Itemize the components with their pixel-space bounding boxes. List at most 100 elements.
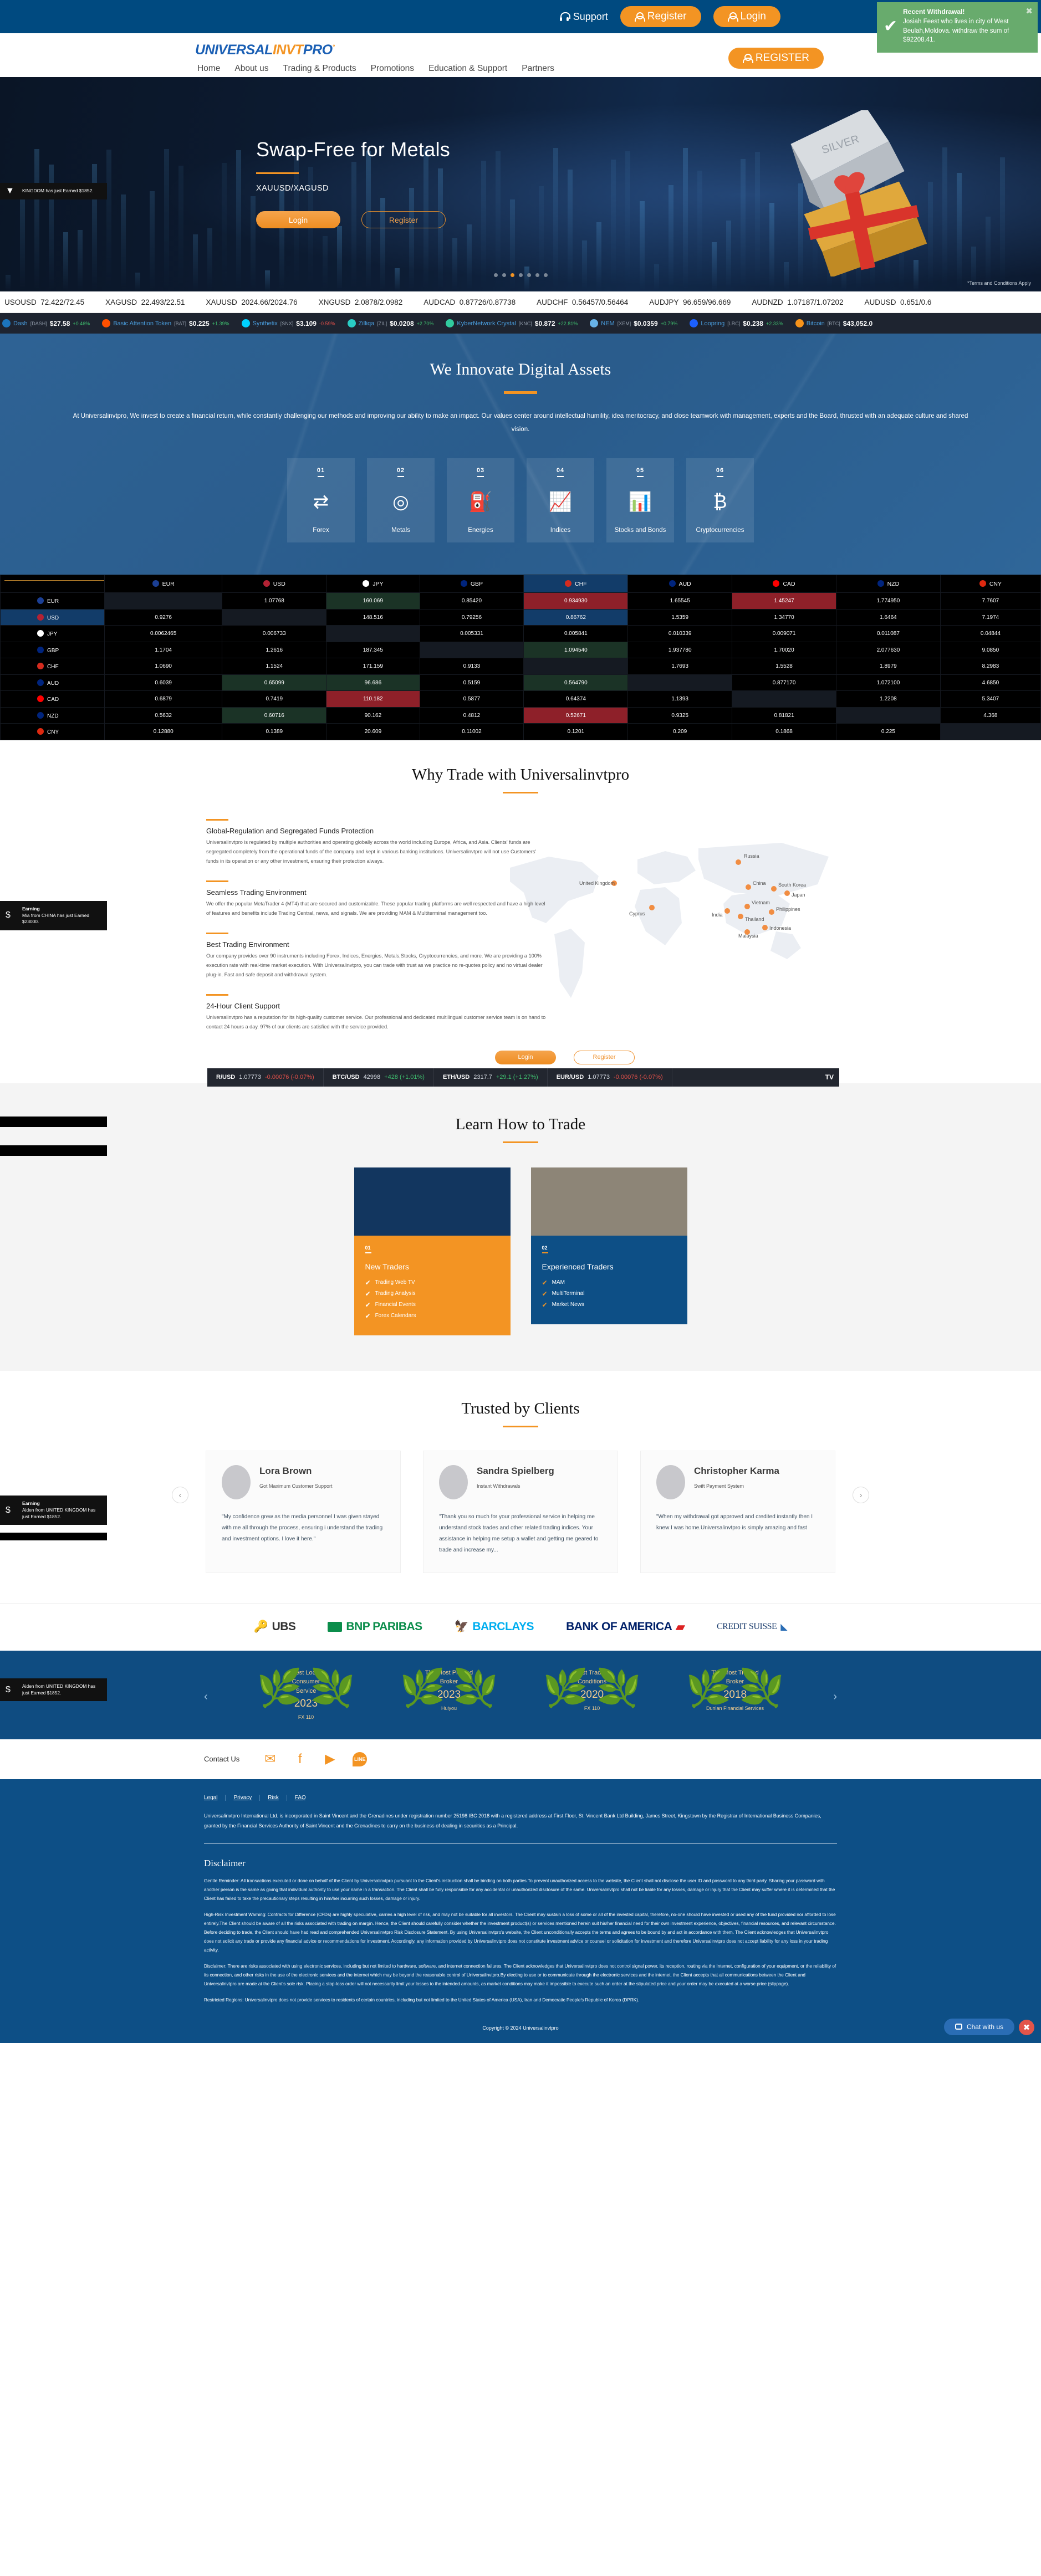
matrix-cell-AUD-CAD[interactable]: 0.877170	[732, 674, 836, 691]
footer-link-privacy[interactable]: Privacy	[226, 1795, 260, 1801]
youtube-icon[interactable]: ▶	[323, 1752, 337, 1766]
asset-card-cryptocurrencies[interactable]: 06 ₿ Cryptocurrencies	[686, 458, 754, 542]
hero-dot-4[interactable]	[527, 273, 531, 277]
matrix-cell-GBP-CHF[interactable]: 1.094540	[524, 642, 628, 658]
nav-item-education-support[interactable]: Education & Support	[428, 64, 507, 74]
matrix-cell-CHF-EUR[interactable]: 1.0690	[105, 658, 222, 675]
matrix-cell-AUD-CNY[interactable]: 4.6850	[940, 674, 1040, 691]
nav-item-promotions[interactable]: Promotions	[371, 64, 414, 74]
matrix-row-header-CAD[interactable]: CAD	[1, 691, 105, 708]
tv-ticker-item[interactable]: EUR/USD 1.07773 -0.00076 (-0.07%)	[548, 1068, 672, 1087]
matrix-cell-CNY-NZD[interactable]: 0.225	[836, 724, 941, 740]
tv-ticker-item[interactable]: ETH/USD 2317.7 +29.1 (+1.27%)	[434, 1068, 548, 1087]
matrix-cell-CAD-JPY[interactable]: 110.182	[326, 691, 420, 708]
matrix-cell-CAD-EUR[interactable]: 0.6879	[105, 691, 222, 708]
matrix-cell-AUD-GBP[interactable]: 0.5159	[420, 674, 524, 691]
hero-dot-5[interactable]	[535, 273, 539, 277]
asset-card-stocks-and-bonds[interactable]: 05 📊 Stocks and Bonds	[606, 458, 674, 542]
asset-card-forex[interactable]: 01 ⇄ Forex	[287, 458, 355, 542]
matrix-cell-JPY-EUR[interactable]: 0.0062465	[105, 626, 222, 642]
matrix-cell-GBP-AUD[interactable]: 1.937780	[628, 642, 732, 658]
hero-dot-1[interactable]	[502, 273, 506, 277]
matrix-cell-CHF-JPY[interactable]: 171.159	[326, 658, 420, 675]
matrix-cell-GBP-USD[interactable]: 1.2616	[222, 642, 326, 658]
matrix-cell-EUR-USD[interactable]: 1.07768	[222, 593, 326, 610]
matrix-cell-CNY-CAD[interactable]: 0.1868	[732, 724, 836, 740]
matrix-col-JPY[interactable]: JPY	[326, 575, 420, 593]
matrix-cell-GBP-CNY[interactable]: 9.0850	[940, 642, 1040, 658]
awards-prev-button[interactable]: ‹	[204, 1691, 208, 1703]
footer-link-risk[interactable]: Risk	[260, 1795, 287, 1801]
matrix-cell-GBP-GBP[interactable]	[420, 642, 524, 658]
nav-item-home[interactable]: Home	[197, 64, 220, 74]
matrix-cell-NZD-USD[interactable]: 0.60716	[222, 707, 326, 724]
nav-item-partners[interactable]: Partners	[522, 64, 554, 74]
matrix-cell-CAD-CNY[interactable]: 5.3407	[940, 691, 1040, 708]
matrix-cell-AUD-CHF[interactable]: 0.564790	[524, 674, 628, 691]
close-icon[interactable]: ✖	[1025, 6, 1033, 16]
tv-ticker-item[interactable]: R/USD 1.07773 -0.00076 (-0.07%)	[207, 1068, 324, 1087]
matrix-cell-EUR-CAD[interactable]: 1.45247	[732, 593, 836, 610]
facebook-icon[interactable]: f	[293, 1752, 307, 1766]
matrix-cell-NZD-CHF[interactable]: 0.52671	[524, 707, 628, 724]
matrix-cell-CAD-AUD[interactable]: 1.1393	[628, 691, 732, 708]
matrix-cell-GBP-NZD[interactable]: 2.077630	[836, 642, 941, 658]
matrix-cell-GBP-JPY[interactable]: 187.345	[326, 642, 420, 658]
matrix-cell-CAD-GBP[interactable]: 0.5877	[420, 691, 524, 708]
matrix-cell-NZD-JPY[interactable]: 90.162	[326, 707, 420, 724]
matrix-cell-USD-JPY[interactable]: 148.516	[326, 609, 420, 626]
matrix-cell-GBP-CAD[interactable]: 1.70020	[732, 642, 836, 658]
nav-register-button[interactable]: REGISTER	[728, 48, 824, 69]
matrix-cell-CHF-GBP[interactable]: 0.9133	[420, 658, 524, 675]
matrix-cell-NZD-GBP[interactable]: 0.4812	[420, 707, 524, 724]
matrix-cell-NZD-EUR[interactable]: 0.5632	[105, 707, 222, 724]
matrix-col-CHF[interactable]: CHF	[524, 575, 628, 593]
matrix-cell-EUR-CNY[interactable]: 7.7607	[940, 593, 1040, 610]
matrix-col-EUR[interactable]: EUR	[105, 575, 222, 593]
matrix-cell-USD-AUD[interactable]: 1.5359	[628, 609, 732, 626]
matrix-col-CNY[interactable]: CNY	[940, 575, 1040, 593]
matrix-cell-JPY-USD[interactable]: 0.006733	[222, 626, 326, 642]
matrix-row-header-USD[interactable]: USD	[1, 609, 105, 626]
matrix-cell-CHF-CHF[interactable]	[524, 658, 628, 675]
matrix-cell-EUR-JPY[interactable]: 160.069	[326, 593, 420, 610]
logo[interactable]: UNIVERSALINVTPRO°	[195, 42, 335, 58]
matrix-cell-JPY-JPY[interactable]	[326, 626, 420, 642]
matrix-cell-USD-GBP[interactable]: 0.79256	[420, 609, 524, 626]
matrix-cell-CAD-CAD[interactable]	[732, 691, 836, 708]
topbar-login-button[interactable]: Login	[713, 6, 781, 27]
matrix-row-header-JPY[interactable]: JPY	[1, 626, 105, 642]
hero-dot-6[interactable]	[544, 273, 548, 277]
matrix-cell-EUR-EUR[interactable]	[105, 593, 222, 610]
awards-next-button[interactable]: ›	[833, 1691, 837, 1703]
matrix-cell-AUD-AUD[interactable]	[628, 674, 732, 691]
asset-card-metals[interactable]: 02 ◎ Metals	[367, 458, 435, 542]
matrix-cell-NZD-CNY[interactable]: 4.368	[940, 707, 1040, 724]
hero-dot-0[interactable]	[494, 273, 498, 277]
matrix-cell-AUD-EUR[interactable]: 0.6039	[105, 674, 222, 691]
matrix-col-NZD[interactable]: NZD	[836, 575, 941, 593]
matrix-col-GBP[interactable]: GBP	[420, 575, 524, 593]
matrix-cell-USD-CAD[interactable]: 1.34770	[732, 609, 836, 626]
matrix-cell-JPY-CHF[interactable]: 0.005841	[524, 626, 628, 642]
matrix-cell-EUR-NZD[interactable]: 1.774950	[836, 593, 941, 610]
matrix-row-header-NZD[interactable]: NZD	[1, 707, 105, 724]
hero-dot-2[interactable]	[511, 273, 514, 277]
matrix-cell-USD-USD[interactable]	[222, 609, 326, 626]
matrix-cell-NZD-AUD[interactable]: 0.9325	[628, 707, 732, 724]
matrix-cell-JPY-AUD[interactable]: 0.010339	[628, 626, 732, 642]
matrix-cell-CHF-USD[interactable]: 1.1524	[222, 658, 326, 675]
nav-item-trading-products[interactable]: Trading & Products	[283, 64, 356, 74]
matrix-cell-JPY-CAD[interactable]: 0.009071	[732, 626, 836, 642]
matrix-cell-CHF-NZD[interactable]: 1.8979	[836, 658, 941, 675]
matrix-cell-NZD-CAD[interactable]: 0.81821	[732, 707, 836, 724]
matrix-cell-CNY-CHF[interactable]: 0.1201	[524, 724, 628, 740]
matrix-cell-CHF-CAD[interactable]: 1.5528	[732, 658, 836, 675]
footer-link-legal[interactable]: Legal	[204, 1795, 226, 1801]
matrix-col-CAD[interactable]: CAD	[732, 575, 836, 593]
email-icon[interactable]: ✉	[263, 1752, 277, 1766]
matrix-row-header-EUR[interactable]: EUR	[1, 593, 105, 610]
matrix-col-USD[interactable]: USD	[222, 575, 326, 593]
matrix-col-AUD[interactable]: AUD	[628, 575, 732, 593]
matrix-cell-USD-EUR[interactable]: 0.9276	[105, 609, 222, 626]
